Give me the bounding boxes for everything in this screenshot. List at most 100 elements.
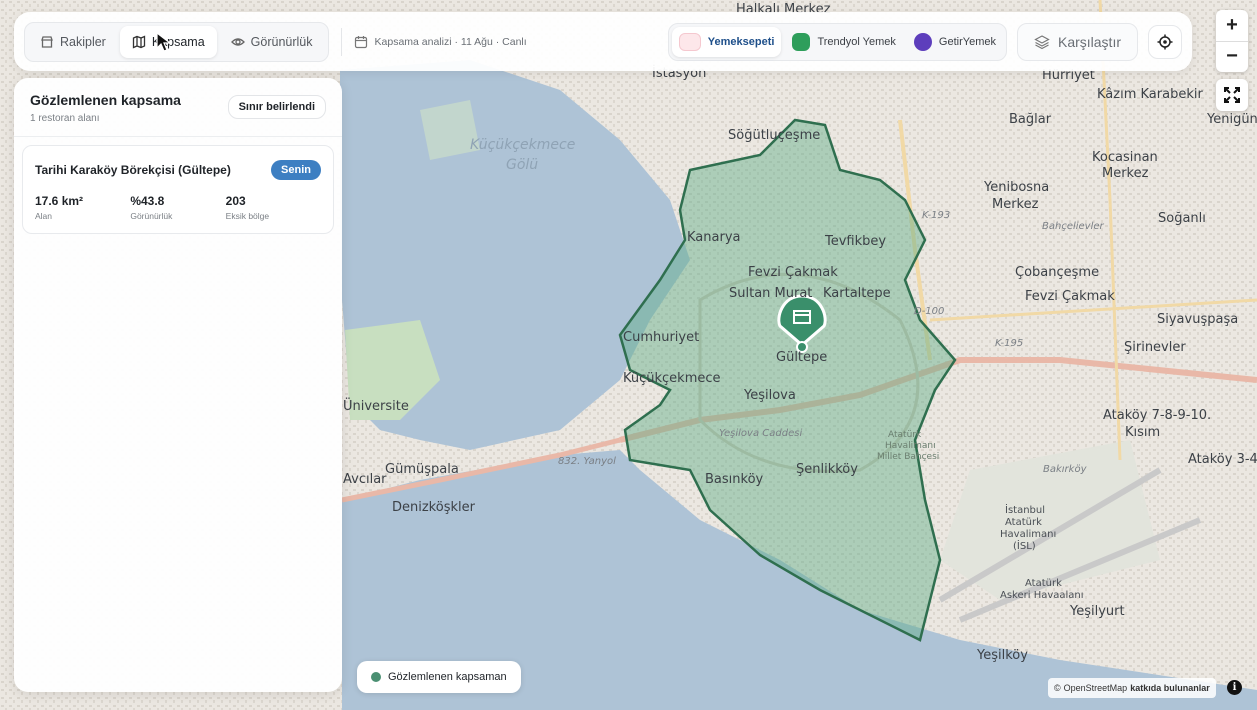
map-label-kazim: Kâzım Karabekir: [1097, 87, 1203, 102]
map-label-atakoy-2: Kısım: [1125, 425, 1161, 440]
zoom-out-button[interactable]: −: [1216, 42, 1248, 73]
panel-title: Gözlemlenen kapsama: [30, 92, 181, 108]
map-label-kartaltepe: Kartaltepe: [823, 286, 891, 301]
view-tabs: Rakipler Kapsama Görünürlük: [24, 21, 329, 62]
map-label-bahcelievler: Bahçelievler: [1042, 221, 1104, 232]
compare-button[interactable]: Karşılaştır: [1016, 22, 1138, 61]
map-label-cobancesme: Çobançeşme: [1015, 265, 1100, 280]
map-label-askeri-1: Atatürk: [1025, 578, 1062, 589]
map-label-denizkoskler: Denizköşkler: [392, 500, 475, 515]
map-label-road-d100: D-100: [914, 306, 945, 317]
map-label-kucukcekmece: Küçükçekmece: [623, 371, 721, 386]
compare-label: Karşılaştır: [1057, 33, 1121, 50]
stat-missing: 203 Eksik bölge: [226, 194, 321, 221]
tab-gorunurluk-label: Görünürlük: [250, 34, 313, 49]
map-label-road-yanyol: 832. Yanyol: [558, 456, 616, 467]
map-label-avcilar: Avcılar: [343, 472, 387, 487]
expand-icon: [1224, 87, 1240, 103]
map-attribution: © OpenStreetMap katkıda bulunanlar: [1048, 678, 1216, 698]
platform-yemeksepeti[interactable]: Yemeksepeti: [671, 26, 782, 57]
panel-subtitle: 1 restoran alanı: [30, 113, 100, 124]
platform-trendyol-label: Trendyol Yemek: [817, 35, 896, 48]
mouse-cursor-icon: [156, 32, 172, 52]
map-label-tevfikbey: Tevfikbey: [825, 234, 887, 249]
map-label-millet-2: Havalimanı: [885, 441, 936, 451]
boundary-button[interactable]: Sınır belirlendi: [227, 95, 326, 119]
map-label-gultepe: Gültepe: [776, 350, 828, 365]
toolbar-divider: [340, 27, 342, 56]
stat-visibility-value: %43.8: [130, 194, 165, 208]
getir-logo-icon: [913, 32, 932, 51]
map-label-airport-3: Havalimanı: [1000, 529, 1057, 540]
map-legend: Gözlemlenen kapsaman: [357, 661, 521, 693]
map-label-road-k195: K-195: [995, 338, 1024, 349]
map-label-airport-2: Atatürk: [1005, 517, 1042, 528]
store-icon: [41, 35, 53, 48]
platform-selector: Yemeksepeti Trendyol Yemek GetirYemek: [667, 22, 1007, 61]
crosshair-icon: [1157, 34, 1173, 49]
map-label-baglar: Bağlar: [1009, 112, 1052, 127]
tab-rakipler-label: Rakipler: [60, 34, 106, 49]
legend-label: Gözlemlenen kapsaman: [388, 671, 507, 683]
coverage-panel: Gözlemlenen kapsama 1 restoran alanı Sın…: [14, 78, 342, 692]
restaurant-name: Tarihi Karaköy Börekçisi (Gültepe): [35, 163, 231, 177]
analysis-label: Kapsama analizi · 11 Ağu · Canlı: [374, 35, 527, 48]
panel-header: Gözlemlenen kapsama 1 restoran alanı Sın…: [14, 78, 342, 137]
map-label-yesilkoy: Yeşilköy: [977, 648, 1028, 663]
map-label-fevzi-1: Fevzi Çakmak: [748, 265, 838, 280]
map-label-yesilova: Yeşilova: [744, 388, 796, 403]
map-label-airport-4: (İSL): [1013, 541, 1036, 552]
map-icon: [132, 35, 146, 48]
map-label-airport-1: İstanbul: [1005, 505, 1046, 516]
attribution-link[interactable]: OpenStreetMap: [1064, 683, 1128, 693]
top-toolbar: Rakipler Kapsama Görünürlük Kapsama anal…: [14, 12, 1192, 71]
info-icon[interactable]: i: [1227, 680, 1242, 695]
map-label-senlikkoy: Şenlikköy: [796, 462, 858, 477]
analysis-status: Kapsama analizi · 11 Ağu · Canlı: [354, 35, 527, 49]
map-label-yesilyurt: Yeşilyurt: [1070, 604, 1125, 619]
map-label-cumhuriyet: Cumhuriyet: [623, 330, 700, 345]
locate-button[interactable]: [1148, 24, 1182, 59]
map-label-sirinevler: Şirinevler: [1124, 340, 1186, 355]
map-label-kocasinan-1: Kocasinan: [1092, 150, 1158, 165]
map-label-bakirkoy: Bakırköy: [1043, 464, 1087, 475]
fullscreen-button[interactable]: [1216, 79, 1248, 111]
tab-rakipler[interactable]: Rakipler: [28, 26, 118, 58]
layers-icon: [1034, 34, 1050, 49]
map-label-sultanmurat: Sultan Murat: [729, 286, 813, 301]
map-label-kocasinan-2: Merkez: [1102, 166, 1149, 181]
zoom-in-button[interactable]: +: [1216, 10, 1248, 42]
tab-gorunurluk[interactable]: Görünürlük: [219, 26, 325, 58]
platform-yemeksepeti-label: Yemeksepeti: [707, 35, 775, 48]
attribution-prefix: ©: [1054, 683, 1061, 693]
map-label-millet-1: Atatürk: [888, 430, 922, 440]
eye-icon: [230, 37, 245, 46]
yemeksepeti-logo-icon: [678, 32, 701, 51]
owner-badge: Senin: [271, 160, 321, 180]
map-label-lake-1: Küçükçekmece: [470, 137, 576, 153]
map-label-soganli: Soğanlı: [1158, 211, 1206, 226]
calendar-icon: [354, 35, 367, 48]
map-label-atakoy-1: Ataköy 7-8-9-10.: [1103, 408, 1212, 423]
platform-getir[interactable]: GetirYemek: [907, 27, 1003, 57]
stat-area: 17.6 km² Alan: [35, 194, 130, 221]
attribution-suffix: katkıda bulunanlar: [1130, 683, 1210, 693]
map-label-kanarya: Kanarya: [687, 230, 741, 245]
trendyol-logo-icon: [792, 32, 811, 51]
map-label-yenigun: Yenigün: [1207, 112, 1257, 127]
map-label-lake-2: Gölü: [506, 157, 539, 173]
platform-trendyol[interactable]: Trendyol Yemek: [785, 27, 902, 57]
map-label-askeri-2: Askeri Havaalanı: [1000, 590, 1084, 601]
map-label-siyavuspasa: Siyavuşpaşa: [1157, 312, 1239, 327]
stat-missing-label: Eksik bölge: [225, 211, 270, 221]
stat-area-value: 17.6 km²: [35, 194, 84, 208]
map-label-yenibosna-1: Yenibosna: [984, 180, 1050, 195]
map-label-gumuspala: Gümüşpala: [385, 462, 459, 477]
zoom-controls: + −: [1216, 10, 1248, 72]
legend-swatch: [371, 672, 381, 682]
map-label-fevzi-2: Fevzi Çakmak: [1025, 289, 1115, 304]
map-label-yenibosna-2: Merkez: [992, 197, 1039, 212]
restaurant-card[interactable]: Tarihi Karaköy Börekçisi (Gültepe) Senin…: [22, 145, 334, 234]
map-label-millet-3: Millet Bahçesi: [877, 452, 940, 462]
map-label-road-yesilova: Yeşilova Caddesi: [719, 428, 803, 439]
